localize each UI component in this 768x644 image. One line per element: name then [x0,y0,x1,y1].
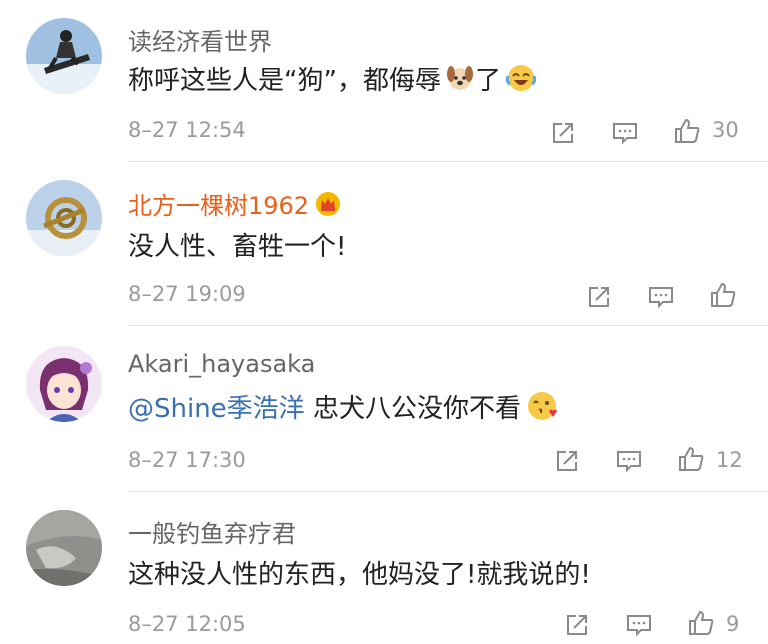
avatar[interactable] [26,180,102,256]
reply-icon[interactable] [610,118,640,148]
avatar[interactable] [26,510,102,586]
mention-link[interactable]: @Shine季浩洋 [128,394,305,424]
comment-item: 读经济看世界 称呼这些人是“狗”，都侮辱 了 8–27 12:54 30 [0,0,768,162]
timestamp: 8–27 12:54 [128,118,246,142]
username[interactable]: 读经济看世界 [128,22,272,57]
dog-face-emoji [445,63,475,100]
comment-item: 北方一棵树1962 没人性、畜牲一个! 8–27 19:09 [0,162,768,326]
username[interactable]: 一般钓鱼弃疗君 [128,514,296,549]
comment-text: 这种没人性的东西，他妈没了!就我说的! [128,560,591,590]
crying-laughing-emoji [505,62,537,101]
avatar[interactable] [26,346,102,422]
reply-icon[interactable] [624,610,654,640]
like-icon[interactable] [708,280,738,310]
timestamp: 8–27 19:09 [128,282,246,306]
comment-text-tail: 了 [474,66,501,96]
comment-text-main: 称呼这些人是“狗”，都侮辱 [128,66,441,96]
username[interactable]: Akari_hayasaka [128,350,315,378]
comment-item: Akari_hayasaka @Shine季浩洋 忠犬八公没你不看 8–27 1… [0,326,768,492]
share-icon[interactable] [552,446,582,476]
like-icon[interactable] [676,444,706,474]
comment-text: @Shine季浩洋 忠犬八公没你不看 [128,388,559,430]
comment-text: 称呼这些人是“狗”，都侮辱 了 [128,60,537,101]
reply-icon[interactable] [646,282,676,312]
username-text: 北方一棵树1962 [128,192,310,220]
like-icon[interactable] [672,116,702,146]
reply-icon[interactable] [614,446,644,476]
username[interactable]: 北方一棵树1962 [128,186,341,223]
comment-item: 一般钓鱼弃疗君 这种没人性的东西，他妈没了!就我说的! 8–27 12:05 9 [0,492,768,644]
share-icon[interactable] [584,282,614,312]
share-icon[interactable] [548,118,578,148]
timestamp: 8–27 12:05 [128,612,246,636]
like-count: 9 [726,612,740,636]
share-icon[interactable] [562,610,592,640]
comment-text-main: 忠犬八公没你不看 [304,394,521,424]
crown-badge-icon [315,191,341,223]
like-icon[interactable] [686,608,716,638]
avatar[interactable] [26,18,102,94]
like-count: 12 [716,448,743,472]
timestamp: 8–27 17:30 [128,448,246,472]
comment-text: 没人性、畜牲一个! [128,232,347,262]
blowing-kiss-emoji [525,389,559,430]
like-count: 30 [712,118,739,142]
